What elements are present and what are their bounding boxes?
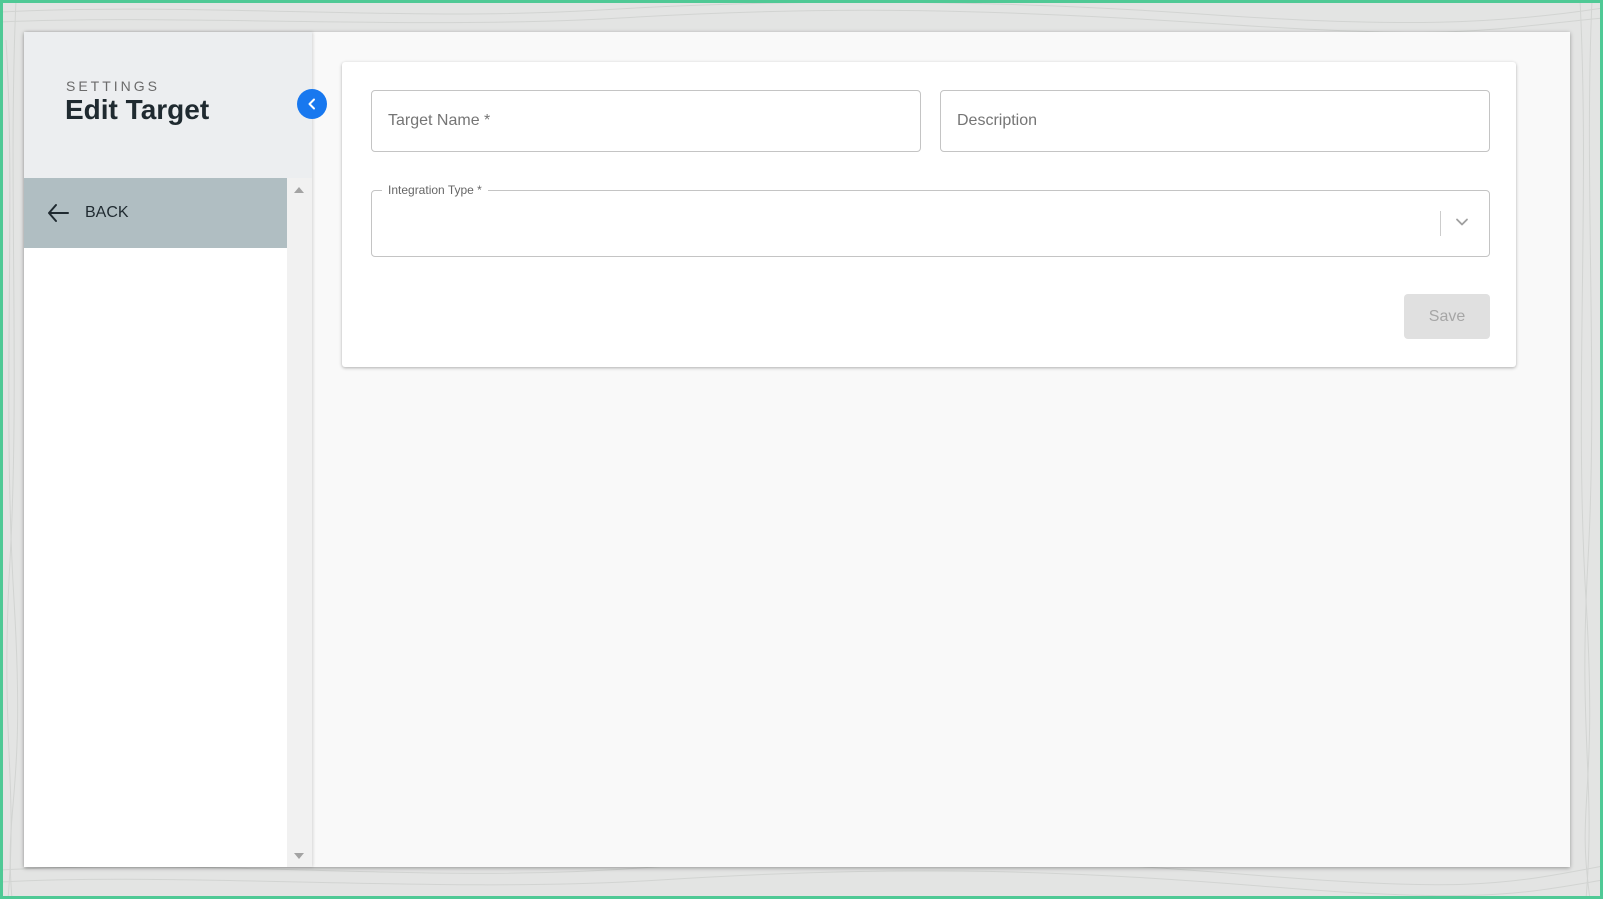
sidebar-section-label: SETTINGS — [66, 78, 161, 94]
target-name-input[interactable] — [372, 91, 920, 151]
sidebar-scrollbar[interactable] — [287, 178, 312, 867]
page-title: Edit Target — [65, 94, 210, 125]
edit-target-form: Integration Type * Save — [342, 62, 1516, 367]
scroll-up-arrow-icon[interactable] — [294, 187, 304, 193]
description-input[interactable] — [941, 91, 1489, 151]
scroll-down-arrow-icon[interactable] — [294, 853, 304, 859]
sidebar: SETTINGS Edit Target BACK — [24, 32, 312, 867]
chevron-down-icon[interactable] — [1455, 215, 1469, 229]
sidebar-header: SETTINGS Edit Target — [24, 32, 312, 178]
back-label: BACK — [85, 204, 129, 221]
collapse-sidebar-button[interactable] — [297, 89, 327, 119]
integration-type-select[interactable]: Integration Type * — [371, 183, 1490, 257]
arrow-left-icon — [48, 204, 69, 222]
target-name-field[interactable] — [371, 90, 921, 152]
select-divider — [1440, 211, 1441, 236]
back-button[interactable]: BACK — [24, 178, 287, 248]
integration-type-label: Integration Type * — [382, 183, 488, 197]
save-button[interactable]: Save — [1404, 294, 1490, 339]
app-window: SETTINGS Edit Target BACK Integration Ty… — [24, 32, 1570, 867]
description-field[interactable] — [940, 90, 1490, 152]
chevron-left-icon — [308, 98, 315, 110]
